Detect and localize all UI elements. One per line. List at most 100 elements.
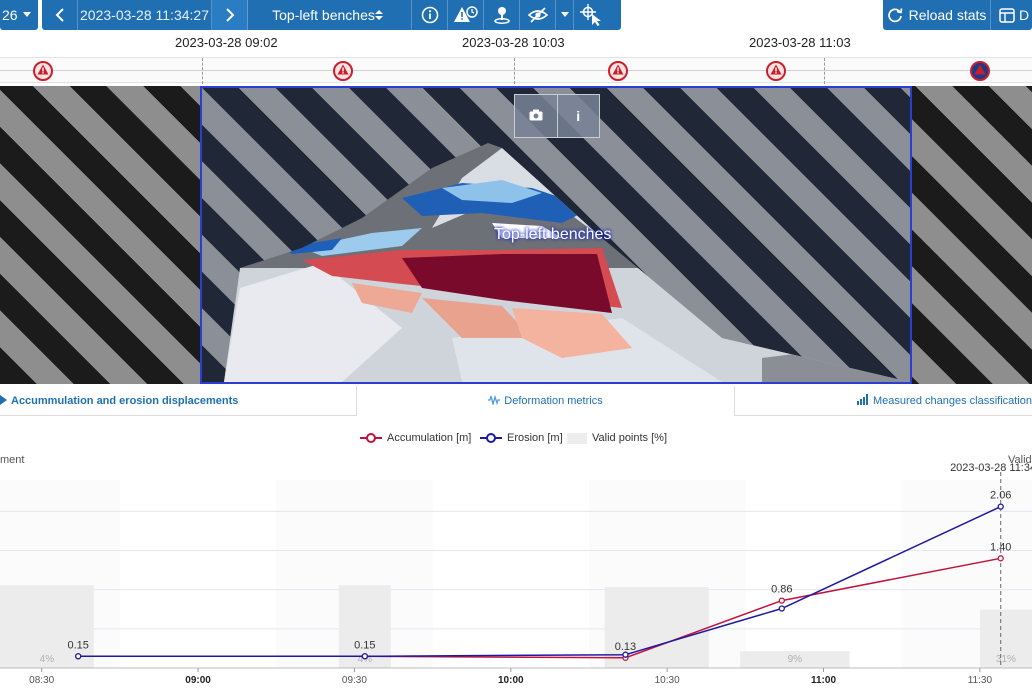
timeline-label: 2023-03-28 09:02 (175, 35, 278, 50)
timeline-track[interactable] (0, 57, 1032, 84)
alert-marker[interactable] (333, 61, 353, 81)
valid-points-label: 4% (40, 654, 55, 665)
x-tick-label: 11:30 (968, 675, 993, 686)
reload-stats-button[interactable]: Reload stats (883, 0, 991, 30)
accumulation-tab-icon (0, 394, 7, 408)
x-tick-label: 11:00 (811, 675, 836, 686)
alert-marker[interactable] (766, 61, 786, 81)
legend-accumulation-label: Accumulation [m] (387, 432, 472, 444)
series-point (75, 653, 82, 660)
displacement-chart-svg: 4% 4% 9% 31%08:30 09:00 09:30 10:00 10:30 11:00 1… (0, 462, 1032, 686)
series-point (997, 503, 1004, 510)
datetime-display[interactable]: 2023-03-28 11:34:27 (78, 0, 212, 30)
caret-down-icon (22, 12, 31, 18)
alert-marker[interactable] (33, 61, 53, 81)
roi-label: Top-left benches (494, 226, 612, 243)
timeline-label: 2023-03-28 10:03 (462, 35, 565, 50)
valid-points-bar (604, 587, 709, 668)
main-toolbar: 2023-03-28 11:34:27 Top-left benches (42, 0, 621, 30)
info-circle-icon (421, 6, 439, 24)
timeline-label: 2023-03-28 11:03 (749, 35, 851, 50)
eye-slash-icon (527, 7, 548, 23)
x-tick-label: 08:30 (29, 675, 54, 686)
alert-history-button[interactable] (448, 0, 484, 30)
warning-icon (37, 62, 49, 80)
data-label: 0.13 (615, 641, 636, 653)
tab-accumulation-erosion[interactable]: Accummulation and erosion displacements (0, 386, 357, 416)
image-info-button[interactable]: i (556, 95, 600, 137)
area-select[interactable]: Top-left benches (248, 0, 412, 30)
displacement-chart: 4% 4% 9% 31% 08:30 09:00 09:30 10:00 10:30 11:00 1… (0, 420, 1032, 688)
tab-measured-changes[interactable]: Measured changes classification (735, 386, 1032, 416)
y-axis-title-right: Valid (1008, 454, 1032, 466)
x-tick-label: 09:30 (342, 675, 367, 686)
map-pin-icon (492, 5, 512, 25)
dashboard-button[interactable]: D (991, 0, 1032, 30)
data-label: 2.06 (990, 490, 1011, 502)
region-of-interest[interactable]: i Top-left benches (200, 86, 912, 384)
image-info-label: i (576, 108, 581, 124)
y-axis-title-left: ment (0, 454, 25, 466)
timeline-labels: 2023-03-28 09:02 2023-03-28 10:03 2023-0… (0, 35, 1032, 53)
series-point (361, 653, 368, 660)
period-selector[interactable]: 26 (0, 0, 38, 30)
bar-chart-icon (857, 394, 869, 408)
previous-button[interactable] (42, 0, 78, 30)
series-point (778, 597, 785, 604)
area-select-value: Top-left benches (272, 7, 375, 23)
dashboard-icon (999, 7, 1015, 23)
visibility-dropdown[interactable] (556, 0, 574, 30)
chevron-right-icon (225, 8, 235, 22)
x-tick-label: 09:00 (185, 675, 211, 686)
right-toolbar: Reload stats D (883, 0, 1032, 30)
series-point (997, 555, 1004, 562)
period-value: 26 (2, 7, 18, 23)
data-label: 0.86 (771, 584, 792, 596)
data-label: 0.15 (354, 639, 375, 651)
caret-down-icon (560, 12, 569, 18)
legend-valid-label: Valid points [%] (592, 432, 668, 444)
valid-points-label: 31% (996, 654, 1016, 665)
legend-erosion[interactable]: Erosion [m] (480, 432, 563, 444)
x-tick-label: 10:30 (655, 675, 680, 686)
tab-measured-label: Measured changes classification (873, 395, 1032, 407)
tab-deformation-metrics[interactable]: Deformation metrics (357, 386, 735, 416)
crosshair-cursor-icon (580, 4, 604, 26)
alert-marker[interactable] (608, 61, 628, 81)
refresh-icon (887, 7, 903, 23)
timeline-tick (202, 58, 203, 84)
select-point-button[interactable] (574, 0, 610, 30)
valid-points-label: 9% (788, 654, 803, 665)
reload-stats-label: Reload stats (908, 7, 987, 23)
viewer-controls: i (514, 94, 600, 138)
info-button[interactable] (412, 0, 448, 30)
visibility-button[interactable] (520, 0, 556, 30)
legend-valid-points[interactable]: Valid points [%] (567, 432, 667, 444)
series-line (78, 557, 1001, 659)
series-point (778, 605, 785, 612)
legend-erosion-label: Erosion [m] (507, 432, 563, 444)
location-button[interactable] (484, 0, 520, 30)
chevron-left-icon (55, 8, 65, 22)
warning-icon (974, 62, 986, 80)
sort-arrows-icon (374, 9, 383, 21)
warning-icon (612, 62, 624, 80)
alert-history-icon (453, 5, 479, 25)
data-label: 0.15 (67, 639, 88, 651)
warning-icon (337, 62, 349, 80)
timeline-tick (824, 58, 825, 84)
next-button[interactable] (212, 0, 248, 30)
alert-marker-selected[interactable] (970, 61, 990, 81)
tab-deformation-label: Deformation metrics (504, 395, 603, 407)
data-label: 1.40 (990, 541, 1011, 553)
camera-icon (529, 108, 543, 124)
warning-icon (770, 62, 782, 80)
series-point (622, 651, 629, 658)
snapshot-button[interactable] (515, 95, 557, 137)
image-viewer[interactable]: i Top-left benches (0, 86, 1032, 384)
x-tick-label: 10:00 (498, 675, 524, 686)
dashboard-label: D (1019, 7, 1030, 23)
legend-accumulation[interactable]: Accumulation [m] (360, 432, 471, 444)
series-line (78, 505, 1002, 658)
tab-accumulation-label: Accummulation and erosion displacements (11, 395, 239, 407)
